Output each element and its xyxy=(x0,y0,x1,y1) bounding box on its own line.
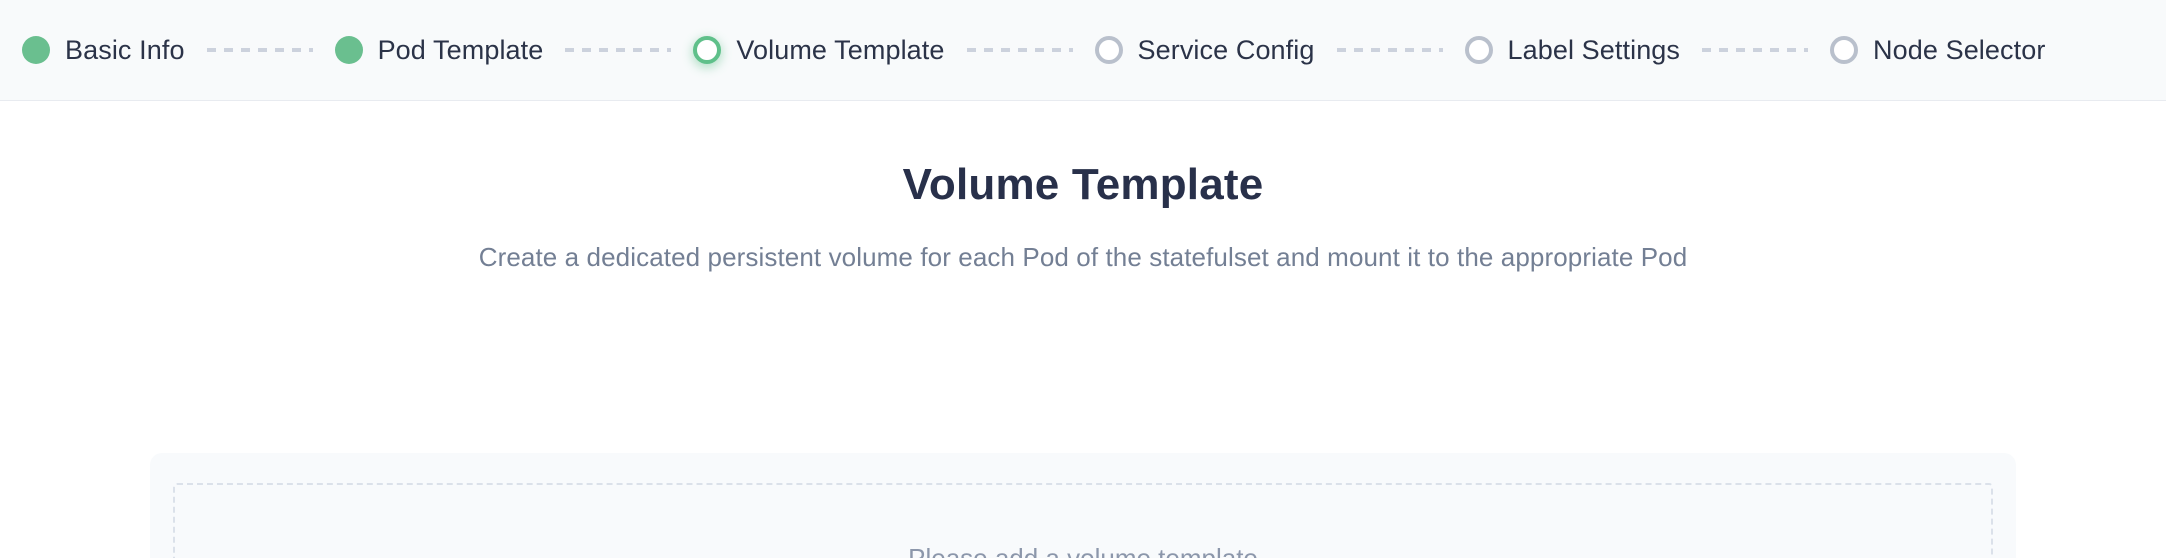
step-status-icon-label-settings xyxy=(1464,36,1493,64)
step-status-icon-pod-template xyxy=(334,36,363,64)
wizard-stepper: Basic Info Pod Template Volume Template … xyxy=(0,0,2166,101)
page-subtitle: Create a dedicated persistent volume for… xyxy=(478,242,1688,272)
step-status-icon-service-config xyxy=(1094,36,1123,64)
step-status-icon-node-selector xyxy=(1830,36,1859,64)
step-label-service-config: Service Config xyxy=(1137,35,1315,65)
sidebar-item-basic-info[interactable]: Basic Info xyxy=(22,35,185,65)
volume-template-empty-dropzone: Please add a volume template Add Volume … xyxy=(173,483,1993,558)
step-connector-3 xyxy=(966,48,1073,52)
sidebar-item-label-settings[interactable]: Label Settings xyxy=(1464,35,1681,65)
empty-state-message: Please add a volume template xyxy=(908,543,1258,558)
step-status-icon-basic-info xyxy=(22,36,50,64)
step-connector-2 xyxy=(565,48,672,52)
step-connector-1 xyxy=(206,48,313,52)
sidebar-item-pod-template[interactable]: Pod Template xyxy=(334,35,544,65)
page-title: Volume Template xyxy=(902,160,1264,209)
main-content: Volume Template Create a dedicated persi… xyxy=(0,101,2166,558)
sidebar-item-volume-template[interactable]: Volume Template xyxy=(693,35,944,65)
step-label-label-settings: Label Settings xyxy=(1507,35,1681,65)
sidebar-item-service-config[interactable]: Service Config xyxy=(1094,35,1315,65)
step-label-node-selector: Node Selector xyxy=(1873,35,2046,65)
step-connector-4 xyxy=(1336,48,1443,52)
volume-template-panel: Please add a volume template Add Volume … xyxy=(150,453,2016,558)
step-label-basic-info: Basic Info xyxy=(65,35,185,65)
step-label-pod-template: Pod Template xyxy=(377,35,544,65)
step-connector-5 xyxy=(1702,48,1809,52)
step-label-volume-template: Volume Template xyxy=(736,35,945,65)
step-status-icon-volume-template xyxy=(693,36,722,64)
sidebar-item-node-selector[interactable]: Node Selector xyxy=(1830,35,2045,65)
